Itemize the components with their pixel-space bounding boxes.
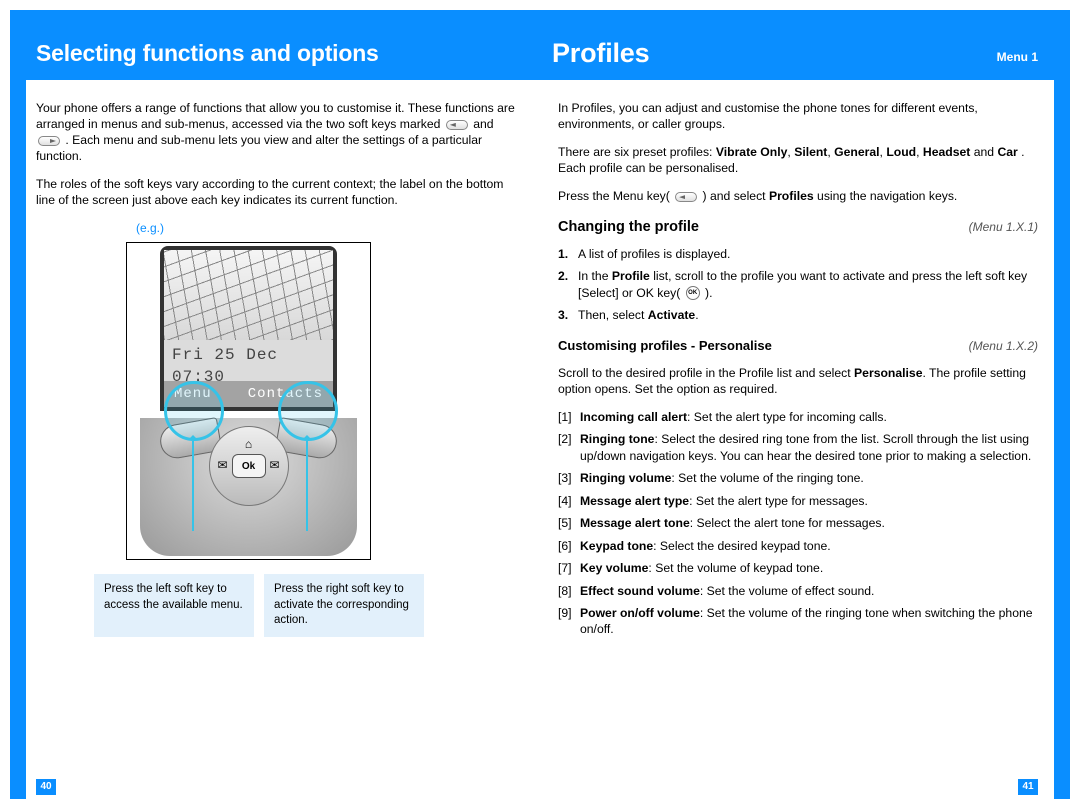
section-2-title: Customising profiles - Personalise [558, 337, 772, 356]
right-page-title: Profiles [552, 38, 649, 69]
left-softkey-icon [446, 120, 468, 130]
menu-label: Menu 1 [997, 50, 1038, 64]
option-item: [5]Message alert tone: Select the alert … [558, 515, 1038, 531]
option-item: [8]Effect sound volume: Set the volume o… [558, 583, 1038, 599]
menu-key-icon [675, 192, 697, 202]
section-1-title: Changing the profile [558, 218, 699, 237]
right-softkey-icon [38, 136, 60, 146]
right-intro-1: In Profiles, you can adjust and customis… [558, 100, 1038, 132]
section-2-menu: (Menu 1.X.2) [969, 339, 1038, 355]
section-1-steps: 1.A list of profiles is displayed. 2. In… [558, 246, 1038, 324]
right-intro-2: There are six preset profiles: Vibrate O… [558, 144, 1038, 176]
option-item: [9]Power on/off volume: Set the volume o… [558, 605, 1038, 638]
left-para-2: The roles of the soft keys vary accordin… [36, 176, 516, 208]
option-item: [3]Ringing volume: Set the volume of the… [558, 470, 1038, 486]
header-bar: Selecting functions and options Profiles… [26, 26, 1054, 80]
page-number-right: 41 [1018, 779, 1038, 795]
ok-key: Ok [232, 454, 266, 478]
mail-left-icon: ✉ [218, 458, 228, 474]
phone-keypad: ⌂ ✉ ✉ Ok [140, 418, 357, 556]
option-item: [7]Key volume: Set the volume of keypad … [558, 560, 1038, 576]
option-item: [1]Incoming call alert: Set the alert ty… [558, 409, 1038, 425]
page-number-left: 40 [36, 779, 56, 795]
callout-left-text: Press the left soft key to access the av… [94, 574, 254, 637]
left-column: Your phone offers a range of functions t… [26, 80, 544, 799]
ok-icon: OK [686, 286, 700, 300]
page-spread: Selecting functions and options Profiles… [10, 10, 1070, 799]
mail-right-icon: ✉ [269, 458, 279, 474]
phone-illustration: Fri 25 Dec 07:30 Menu Contacts [126, 242, 371, 560]
right-intro-3: Press the Menu key( ) and select Profile… [558, 188, 1038, 204]
option-item: [4]Message alert type: Set the alert typ… [558, 493, 1038, 509]
left-para-1: Your phone offers a range of functions t… [36, 100, 516, 164]
callout-arrow-right [306, 441, 308, 531]
screen-date: Fri 25 Dec [172, 345, 278, 366]
dpad: ⌂ ✉ ✉ Ok [209, 426, 289, 506]
option-item: [2]Ringing tone: Select the desired ring… [558, 431, 1038, 464]
option-item: [6]Keypad tone: Select the desired keypa… [558, 538, 1038, 554]
right-column: In Profiles, you can adjust and customis… [544, 80, 1054, 799]
callout-arrow-left [192, 441, 194, 531]
home-icon: ⌂ [245, 437, 252, 453]
example-label: (e.g.) [136, 221, 516, 237]
left-page-title: Selecting functions and options [36, 40, 379, 67]
section-1-menu: (Menu 1.X.1) [969, 220, 1038, 236]
section-2-intro: Scroll to the desired profile in the Pro… [558, 365, 1038, 397]
callout-right-text: Press the right soft key to activate the… [264, 574, 424, 637]
section-2-options: [1]Incoming call alert: Set the alert ty… [558, 409, 1038, 638]
